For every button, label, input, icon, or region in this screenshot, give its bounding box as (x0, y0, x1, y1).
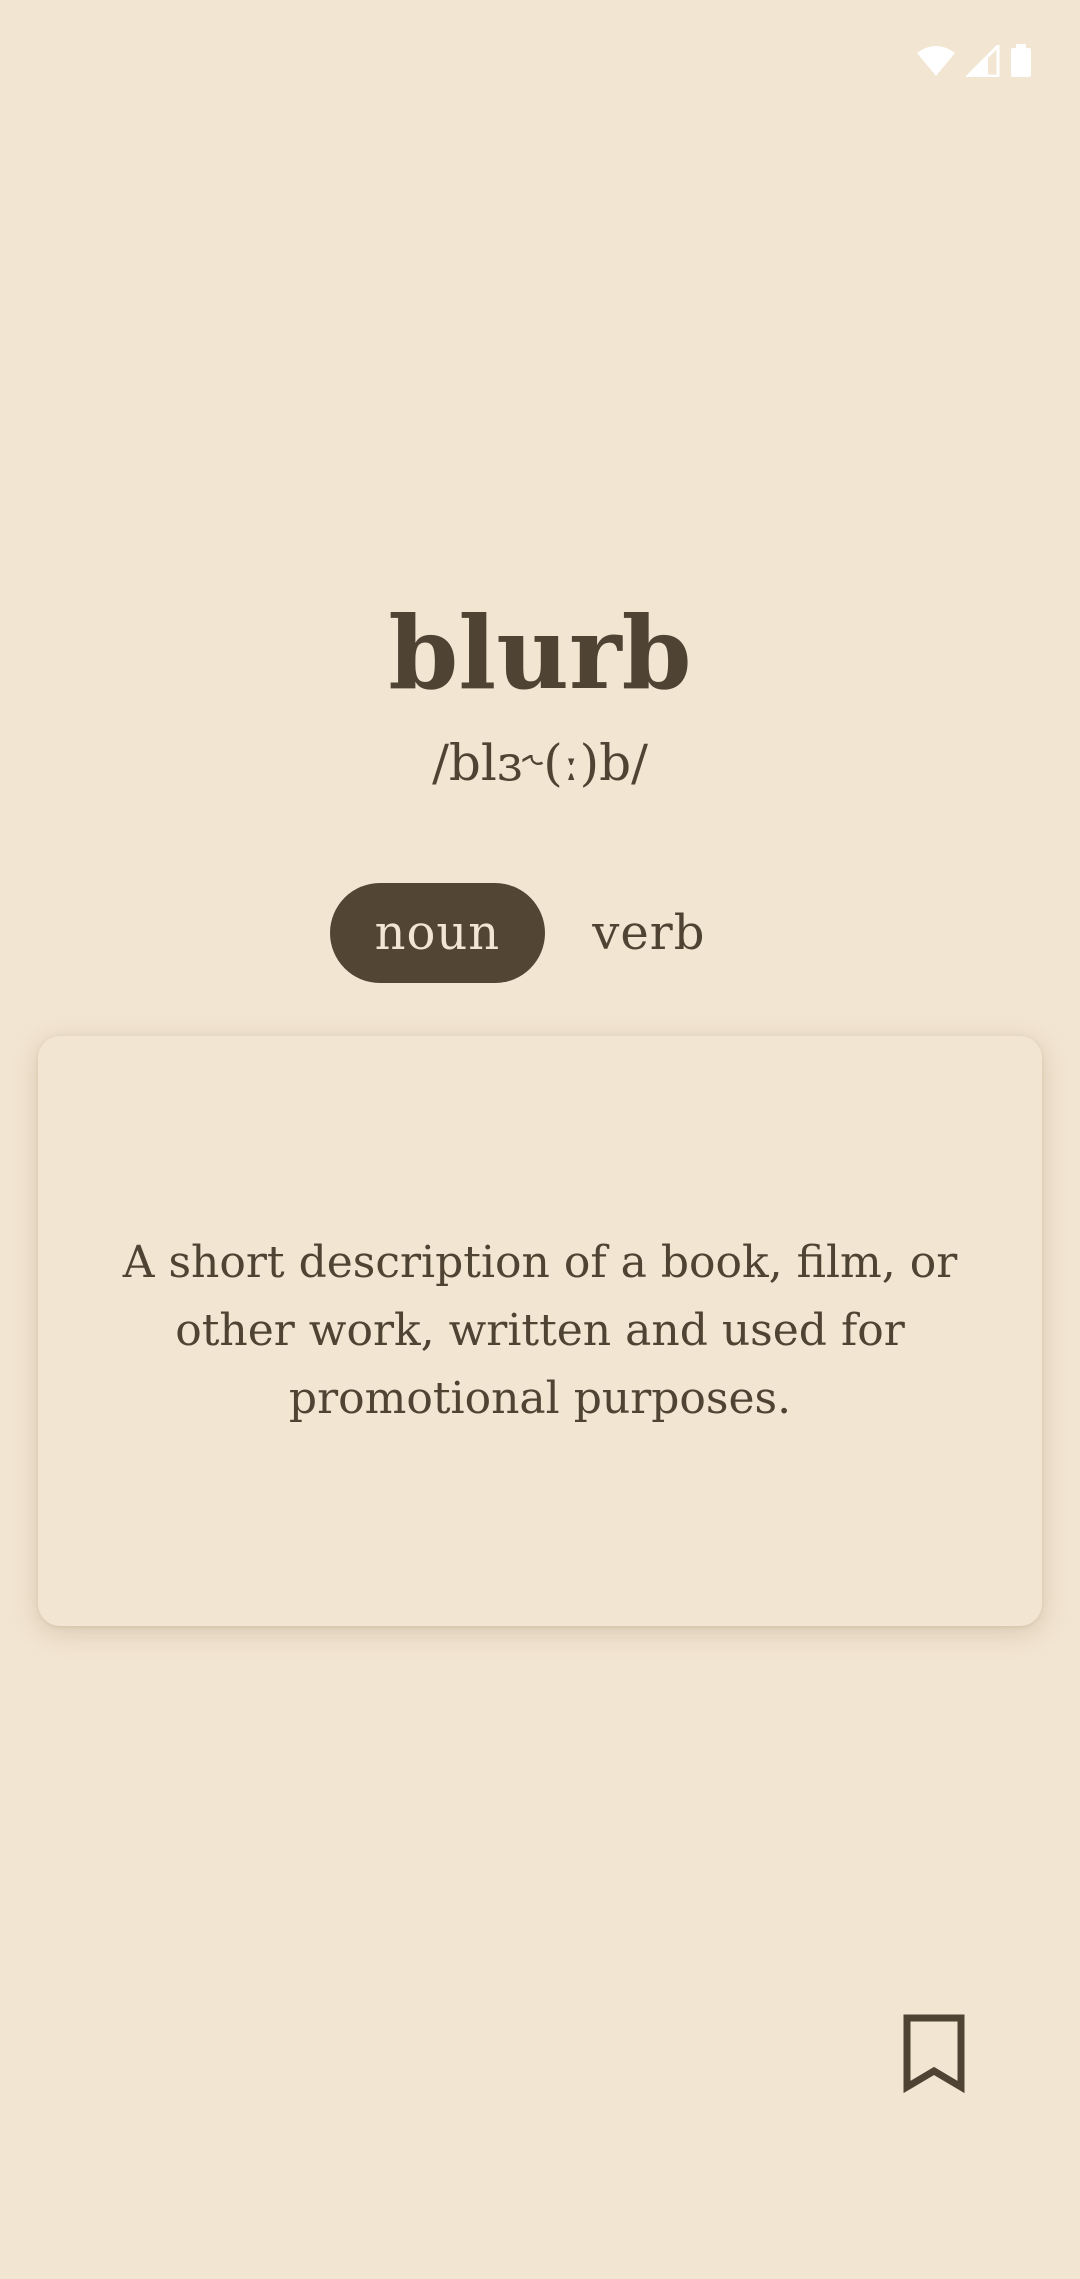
bookmark-button[interactable] (896, 2010, 972, 2100)
definition-text: A short description of a book, film, or … (122, 1237, 958, 1424)
tab-noun[interactable]: noun (329, 883, 546, 983)
definition-card[interactable]: A short description of a book, film, or … (38, 1036, 1042, 1626)
bookmark-icon (902, 2013, 966, 2097)
part-of-speech-tabs: noun verb (0, 883, 1080, 983)
tab-verb[interactable]: verb (547, 883, 750, 983)
phonetic-transcription: /blɜ˞(ː)b/ (432, 734, 648, 792)
cell-signal-icon (966, 45, 1000, 77)
word-title: blurb (388, 594, 692, 712)
battery-icon (1010, 44, 1032, 78)
status-bar (0, 0, 1080, 120)
wifi-icon (916, 45, 956, 77)
status-icons (916, 44, 1032, 78)
